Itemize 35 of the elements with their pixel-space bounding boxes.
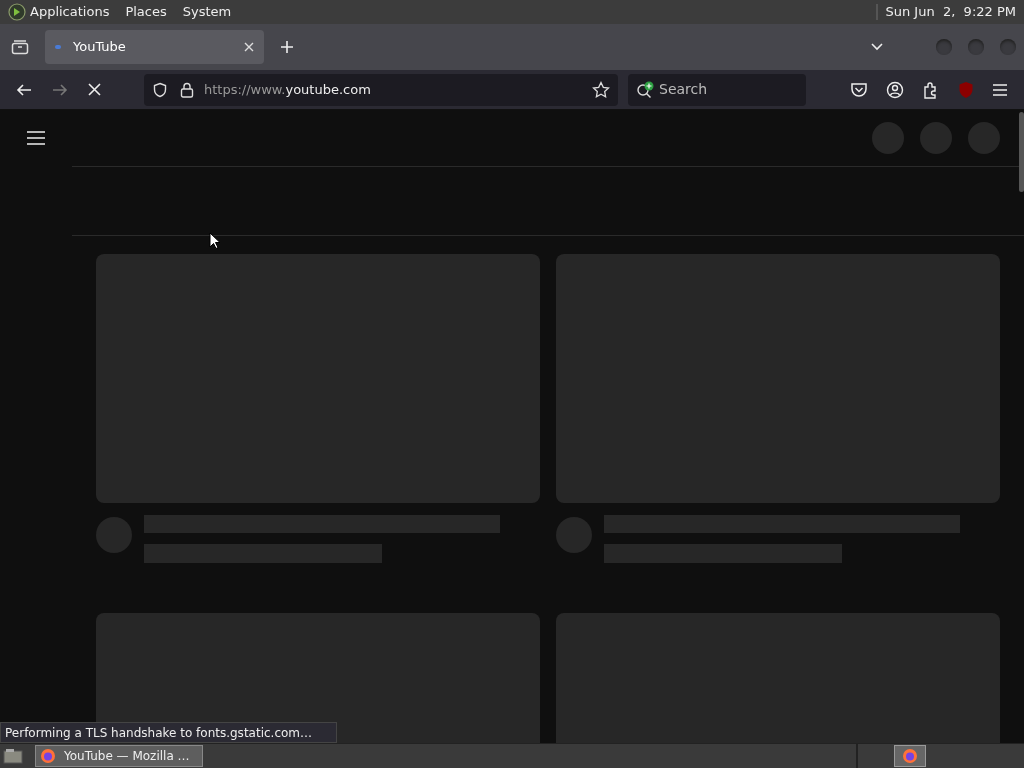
- account-icon[interactable]: [886, 80, 904, 99]
- browser-icon: [902, 748, 918, 764]
- menu-icon[interactable]: [27, 131, 45, 145]
- address-bar[interactable]: https://www.youtube.com: [144, 73, 618, 106]
- tab-list-icon[interactable]: [11, 39, 29, 55]
- shield-icon[interactable]: [152, 81, 168, 98]
- avatar-placeholder: [556, 517, 592, 553]
- search-placeholder: Search: [659, 80, 708, 99]
- star-icon[interactable]: [592, 80, 610, 99]
- panel-menu[interactable]: System: [182, 2, 232, 22]
- panel-menu[interactable]: Places: [125, 2, 167, 22]
- pocket-icon[interactable]: [850, 81, 868, 98]
- url-text: https://www.youtube.com: [204, 80, 371, 99]
- workspace-switcher[interactable]: [894, 745, 926, 767]
- search-icon: [636, 80, 656, 99]
- menu-icon[interactable]: [992, 82, 1008, 97]
- new-tab-icon[interactable]: [280, 40, 294, 54]
- stop-icon[interactable]: [88, 83, 101, 96]
- search-field[interactable]: Search: [628, 73, 806, 106]
- back-icon[interactable]: [16, 82, 32, 97]
- browser-icon: [40, 748, 56, 764]
- close-icon[interactable]: [244, 42, 254, 52]
- panel-menu[interactable]: Applications: [30, 2, 110, 22]
- taskbar-button[interactable]: YouTube — Mozilla …: [35, 745, 203, 767]
- status-text: Performing a TLS handshake to fonts.gstatic.com…: [0, 722, 337, 743]
- chevron-down-icon[interactable]: [870, 42, 884, 52]
- browser-tab[interactable]: YouTube: [45, 30, 264, 64]
- distro-logo-icon[interactable]: [8, 3, 26, 21]
- tab-title: YouTube: [73, 38, 127, 57]
- lock-icon: [180, 81, 194, 98]
- mouse-cursor-icon: [209, 232, 221, 250]
- avatar-placeholder: [96, 517, 132, 553]
- forward-icon[interactable]: [52, 82, 68, 97]
- clock[interactable]: Sun Jun 2, 9:22 PM: [885, 2, 1016, 22]
- show-desktop-icon[interactable]: [3, 747, 23, 765]
